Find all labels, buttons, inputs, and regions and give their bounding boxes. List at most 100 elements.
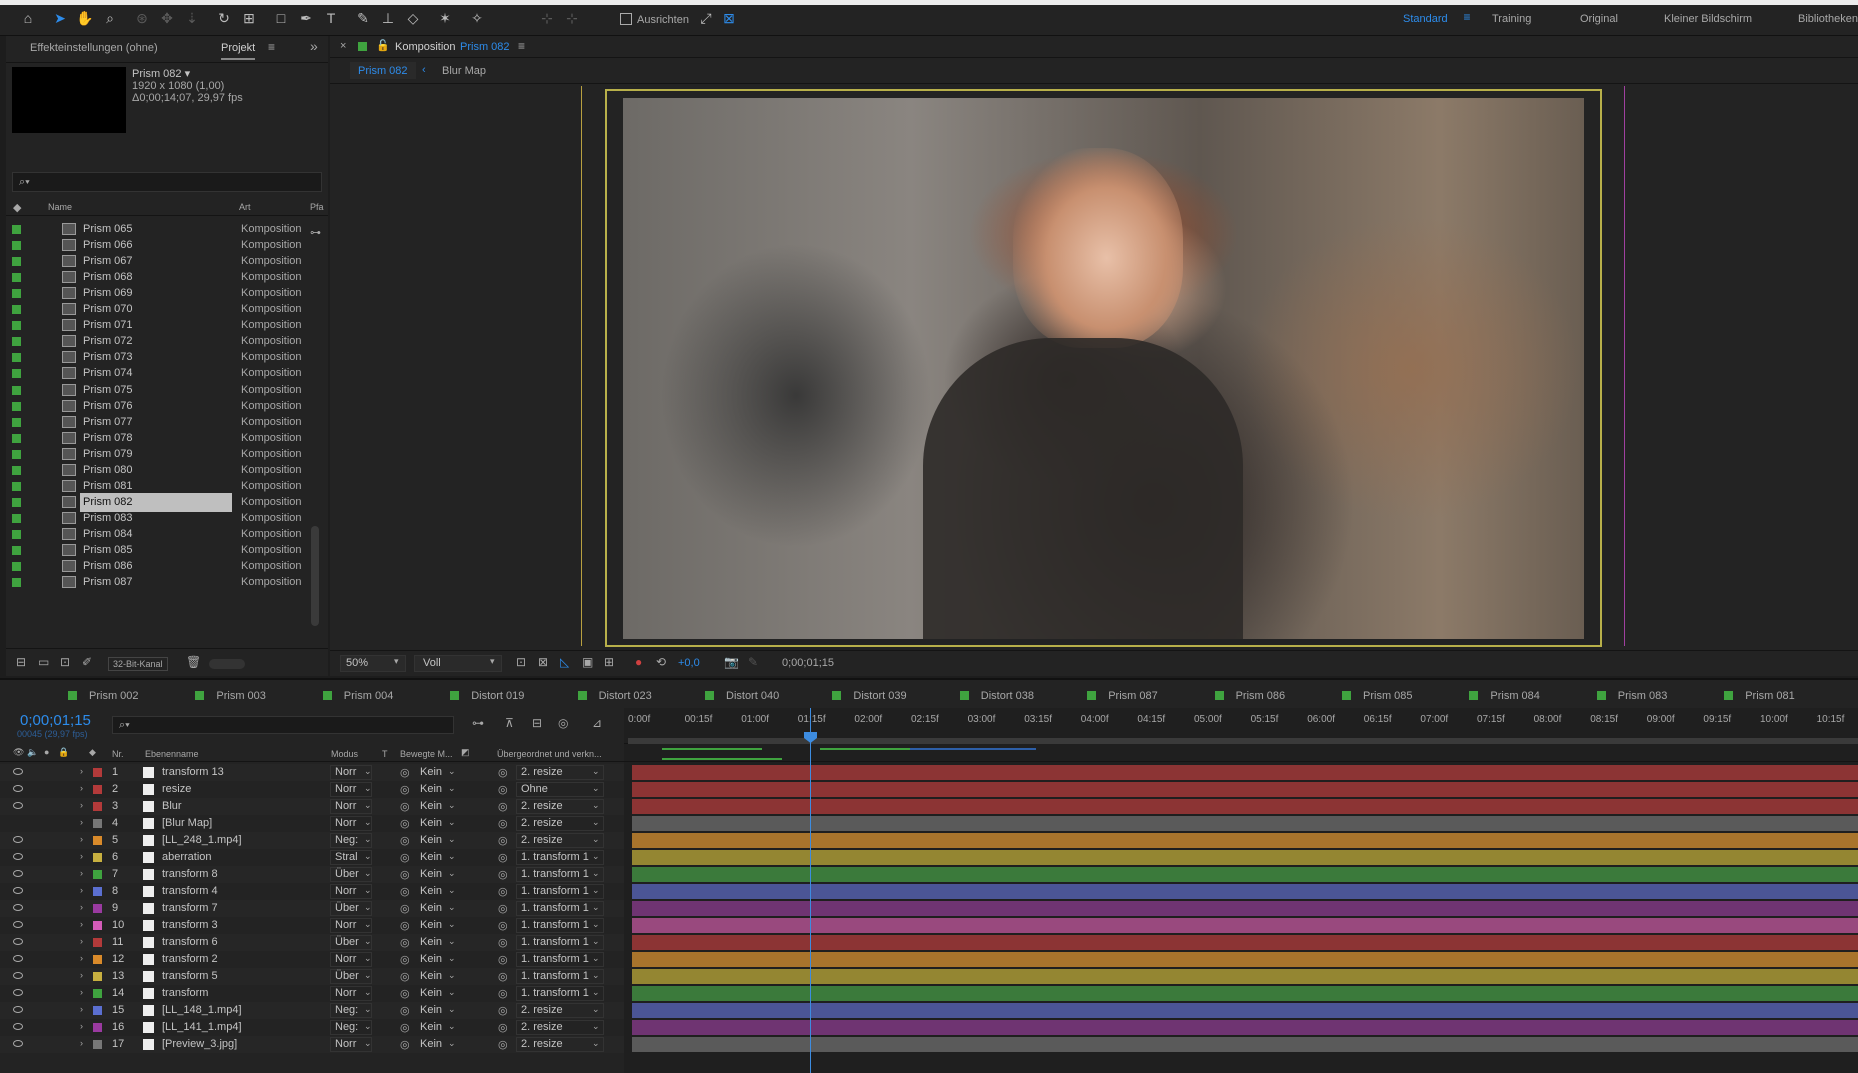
parent-pickwhip-icon[interactable]: ◎ (498, 919, 508, 932)
track-matte-value[interactable]: Kein (420, 817, 442, 829)
parent-pickwhip-icon[interactable]: ◎ (498, 783, 508, 796)
tab-effect-controls[interactable]: Effekteinstellungen (ohne) (30, 42, 158, 54)
layer-label-swatch[interactable] (93, 819, 102, 828)
layer-row[interactable]: › 15 [LL_148_1.mp4] Neg: ⌄ ◎ Kein ⌄ ◎ 2. resize ⌄ (0, 1002, 624, 1019)
transparency-grid-icon[interactable]: ⊠ (538, 655, 548, 669)
layer-label-swatch[interactable] (93, 887, 102, 896)
comp-tab[interactable]: Distort 039 (832, 690, 907, 702)
eye-icon[interactable] (13, 938, 23, 945)
expand-chevron-icon[interactable]: › (80, 885, 83, 895)
graph-editor-icon[interactable]: ⊿ (592, 716, 602, 730)
workspace-small-screen[interactable]: Kleiner Bildschirm (1664, 13, 1752, 25)
layer-duration-bar[interactable] (632, 952, 1858, 967)
reset-exposure-icon[interactable]: ⟲ (656, 655, 666, 669)
shy-layers-icon[interactable]: ⊟ (532, 716, 542, 730)
project-scrollbar[interactable] (311, 526, 319, 626)
layer-label-swatch[interactable] (93, 768, 102, 777)
comp-tab[interactable]: Prism 084 (1469, 690, 1540, 702)
project-item[interactable]: Prism 087 Komposition (6, 573, 328, 592)
track-matte-value[interactable]: Kein (420, 800, 442, 812)
pickwhip-icon[interactable]: ◎ (400, 1038, 410, 1051)
align-checkbox[interactable] (620, 13, 632, 25)
track-matte-value[interactable]: Kein (420, 885, 442, 897)
comp-tab[interactable]: Prism 087 (1087, 690, 1158, 702)
layer-row[interactable]: › 9 transform 7 Über ⌄ ◎ Kein ⌄ ◎ 1. transform 1 ⌄ (0, 900, 624, 917)
layer-label-swatch[interactable] (93, 972, 102, 981)
layer-duration-bar[interactable] (632, 884, 1858, 899)
expand-chevron-icon[interactable]: › (80, 953, 83, 963)
expand-chevron-icon[interactable]: › (80, 970, 83, 980)
layer-name[interactable]: [Blur Map] (162, 817, 212, 829)
snapshot-icon[interactable]: 📷 (724, 655, 739, 669)
layer-duration-bar[interactable] (632, 799, 1858, 814)
expand-chevron-icon[interactable]: › (80, 783, 83, 793)
viewer-timecode[interactable]: 0;00;01;15 (782, 657, 834, 669)
breadcrumb-prism-082[interactable]: Prism 082 (350, 62, 416, 79)
col-layer-name[interactable]: Ebenenname (145, 749, 199, 759)
layer-name[interactable]: transform 13 (162, 766, 224, 778)
expand-chevron-icon[interactable]: › (80, 1021, 83, 1031)
flowchart-icon[interactable]: ⊶ (310, 226, 321, 239)
comp-tab[interactable]: Distort 040 (705, 690, 779, 702)
pickwhip-icon[interactable]: ◎ (400, 970, 410, 983)
trash-icon[interactable]: 🗑 (186, 655, 201, 669)
selection-tool-icon[interactable]: ➤ (51, 9, 69, 27)
comp-info-name[interactable]: Prism 082 ▾ (132, 67, 190, 80)
track-matte-value[interactable]: Kein (420, 936, 442, 948)
layer-duration-bar[interactable] (632, 765, 1858, 780)
comp-menu-icon[interactable]: ≡ (518, 39, 525, 53)
track-matte-value[interactable]: Kein (420, 902, 442, 914)
color-channels-icon[interactable]: ● (635, 655, 642, 669)
parent-pickwhip-icon[interactable]: ◎ (498, 817, 508, 830)
layer-label-swatch[interactable] (93, 1040, 102, 1049)
eye-icon[interactable] (13, 768, 23, 775)
workspace-menu-icon[interactable]: ≡ (1458, 8, 1476, 26)
pickwhip-icon[interactable]: ◎ (400, 1004, 410, 1017)
comp-tab[interactable]: Prism 086 (1214, 690, 1285, 702)
layer-row[interactable]: › 5 [LL_248_1.mp4] Neg: ⌄ ◎ Kein ⌄ ◎ 2. resize ⌄ (0, 832, 624, 849)
layer-name[interactable]: [Preview_3.jpg] (162, 1038, 237, 1050)
eye-icon[interactable] (13, 785, 23, 792)
new-folder-icon[interactable]: ▭ (38, 655, 49, 669)
layer-duration-bar[interactable] (632, 1037, 1858, 1052)
eye-icon[interactable] (13, 989, 23, 996)
layer-name[interactable]: [LL_148_1.mp4] (162, 1004, 242, 1016)
layer-duration-bar[interactable] (632, 901, 1858, 916)
parent-pickwhip-icon[interactable]: ◎ (498, 953, 508, 966)
layer-duration-bar[interactable] (632, 833, 1858, 848)
eye-icon[interactable] (13, 870, 23, 877)
rotation-tool-icon[interactable]: ↻ (215, 9, 233, 27)
grid-guides-icon[interactable]: ⊞ (604, 655, 614, 669)
eye-icon[interactable] (13, 802, 23, 809)
layer-name[interactable]: aberration (162, 851, 212, 863)
track-matte-value[interactable]: Kein (420, 834, 442, 846)
eye-icon[interactable] (13, 853, 23, 860)
axis-mode-icon[interactable]: ⊹ (538, 9, 556, 27)
timeline-search-input[interactable]: ⌕▾ (112, 716, 454, 734)
layer-row[interactable]: › 6 aberration Stral ⌄ ◎ Kein ⌄ ◎ 1. transform 1 ⌄ (0, 849, 624, 866)
comp-tab[interactable]: Prism 004 (322, 690, 393, 702)
layer-label-swatch[interactable] (93, 955, 102, 964)
layer-duration-bar[interactable] (632, 935, 1858, 950)
pan-behind-tool-icon[interactable]: ⊞ (240, 9, 258, 27)
eye-icon[interactable] (13, 836, 23, 843)
layer-label-swatch[interactable] (93, 853, 102, 862)
layer-label-swatch[interactable] (93, 802, 102, 811)
layer-name[interactable]: transform 3 (162, 919, 218, 931)
workspace-original[interactable]: Original (1580, 13, 1618, 25)
exposure-value[interactable]: +0,0 (678, 657, 700, 669)
workspace-libraries[interactable]: Bibliotheken (1798, 13, 1858, 25)
timeline-timecode[interactable]: 0;00;01;15 (20, 712, 91, 729)
pickwhip-icon[interactable]: ◎ (400, 834, 410, 847)
layer-label-swatch[interactable] (93, 989, 102, 998)
pickwhip-icon[interactable]: ◎ (400, 953, 410, 966)
pickwhip-icon[interactable]: ◎ (400, 1021, 410, 1034)
layer-row[interactable]: › 11 transform 6 Über ⌄ ◎ Kein ⌄ ◎ 1. transform 1… (0, 934, 624, 951)
layer-name[interactable]: [LL_248_1.mp4] (162, 834, 242, 846)
pickwhip-icon[interactable]: ◎ (400, 885, 410, 898)
col-name[interactable]: Name (48, 202, 72, 212)
frame-blending-icon[interactable]: ◎ (558, 716, 568, 730)
pickwhip-icon[interactable]: ◎ (400, 817, 410, 830)
tab-project[interactable]: Projekt (221, 42, 256, 60)
pan-camera-icon[interactable]: ✥ (158, 9, 176, 27)
